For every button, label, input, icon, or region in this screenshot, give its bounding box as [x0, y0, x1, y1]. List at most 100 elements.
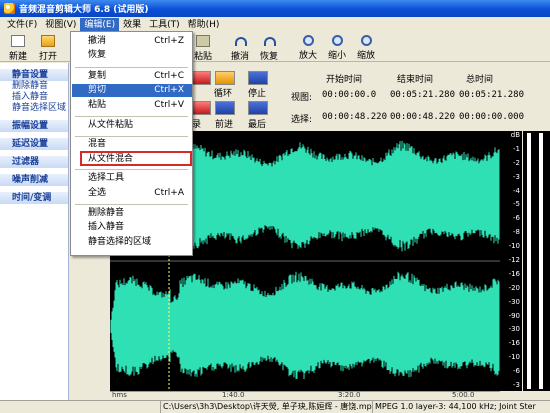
waveform-right-channel[interactable]	[110, 271, 500, 379]
db-scale-label: -8	[513, 228, 520, 237]
db-scale-label: -10	[508, 353, 520, 362]
menu-help[interactable]: 帮助(H)	[184, 18, 224, 32]
menu-item-mix[interactable]: 混音	[72, 138, 192, 151]
db-scale-label: -12	[508, 256, 520, 264]
zoom-in-button[interactable]: 放大	[293, 34, 323, 61]
view-label: 视图:	[291, 93, 313, 103]
zoom-out-button[interactable]: 缩小	[322, 34, 352, 61]
db-scale-label: -10	[508, 242, 520, 251]
db-scale-label: -3	[513, 172, 520, 181]
sidebar-item-silence-region[interactable]: 静音选择区域	[0, 103, 68, 114]
time-ruler: hms 1:40.0 3:20.0 5:00.0	[110, 391, 500, 400]
db-scale-label: -6	[513, 214, 520, 223]
db-scale-label: -4	[513, 186, 520, 195]
record-control-2[interactable]	[191, 101, 211, 115]
menu-item-delete-silence[interactable]: 删除静音	[72, 207, 192, 220]
sidebar-section-silence[interactable]: 静音设置	[0, 69, 68, 81]
stop-label: 停止	[248, 89, 267, 99]
app-icon	[4, 3, 15, 14]
menu-separator	[75, 204, 188, 205]
sidebar-section-delay[interactable]: 延迟设置	[0, 138, 68, 150]
ruler-tick-3: 5:00.0	[452, 391, 475, 399]
sidebar-section-noise-reduction[interactable]: 噪声削减	[0, 174, 68, 186]
end-time-header: 结束时间	[397, 75, 434, 85]
undo-button[interactable]: 撤消	[225, 34, 255, 62]
loop-control[interactable]	[215, 71, 235, 85]
selection-end-time: 00:00:48.220	[390, 112, 456, 122]
menu-item-undo[interactable]: 撤消 Ctrl+Z	[72, 35, 192, 48]
db-scale-label: -20	[508, 283, 520, 292]
sidebar-item-insert-silence[interactable]: 插入静音	[0, 92, 68, 103]
open-button[interactable]: 打开	[33, 34, 63, 62]
view-start-time: 00:00:00.0	[322, 90, 377, 100]
db-scale-label: -16	[508, 269, 520, 278]
db-scale-label: -3	[513, 381, 520, 389]
db-scale-label: -1	[513, 144, 520, 153]
view-end-time: 00:05:21.280	[390, 90, 456, 100]
sidebar-section-filter[interactable]: 过滤器	[0, 156, 68, 168]
clipboard-icon	[196, 35, 210, 47]
effects-sidebar: 静音设置 删除静音 插入静音 静音选择区域 振幅设置 延迟设置 过滤器 噪声削减…	[0, 63, 69, 400]
redo-button[interactable]: 恢复	[254, 34, 284, 62]
level-meter	[523, 131, 550, 391]
selection-start-time: 00:00:48.220	[322, 112, 388, 122]
redo-icon	[262, 35, 276, 47]
menu-file[interactable]: 文件(F)	[3, 18, 41, 32]
menu-separator	[75, 169, 188, 170]
highlight-outline	[80, 151, 192, 166]
zoom-fit-icon	[360, 35, 372, 46]
menu-item-silence-selection[interactable]: 静音选择的区域	[72, 236, 192, 249]
db-scale-label: -30	[508, 297, 520, 306]
start-time-header: 开始时间	[326, 75, 363, 85]
status-bar: C:\Users\3h3\Desktop\许天熒, 单子玦,陈姮辉 - 唐饶.m…	[0, 400, 550, 413]
total-time-header: 总时间	[466, 75, 494, 85]
db-scale-label: -30	[508, 325, 520, 334]
db-scale-label: dB	[510, 131, 520, 139]
record-control[interactable]	[191, 71, 211, 85]
db-scale-label: -90	[508, 311, 520, 320]
selection-total-time: 00:00:00.000	[459, 112, 525, 122]
db-scale-label: -2	[513, 158, 520, 167]
level-meter-right	[539, 133, 543, 389]
selection-label: 选择:	[291, 115, 313, 125]
record-label: 录	[192, 120, 202, 130]
forward-label: 前进	[215, 120, 234, 130]
title-bar: 音频混音剪辑大师 6.8 (试用版)	[0, 0, 550, 17]
sidebar-section-amplitude[interactable]: 振幅设置	[0, 120, 68, 132]
menu-item-paste-from-file[interactable]: 从文件粘贴	[72, 119, 192, 132]
menu-item-paste[interactable]: 粘贴 Ctrl+V	[72, 99, 192, 112]
menu-item-select-all[interactable]: 全选 Ctrl+A	[72, 187, 192, 200]
menu-effects[interactable]: 效果	[119, 18, 145, 32]
folder-icon	[41, 35, 55, 47]
undo-icon	[233, 35, 247, 47]
stop-control[interactable]	[248, 71, 268, 85]
menu-tools[interactable]: 工具(T)	[145, 18, 184, 32]
menu-item-copy[interactable]: 复制 Ctrl+C	[72, 70, 192, 83]
ruler-unit: hms	[112, 391, 127, 399]
menu-item-cut[interactable]: 剪切 Ctrl+X	[72, 84, 192, 97]
menu-separator	[75, 136, 188, 137]
end-label: 最后	[248, 120, 267, 130]
end-control[interactable]	[248, 101, 268, 115]
zoom-out-icon	[331, 35, 343, 46]
ruler-tick-1: 1:40.0	[222, 391, 245, 399]
new-file-icon	[11, 35, 25, 47]
menu-separator	[75, 116, 188, 117]
menu-item-insert-silence[interactable]: 插入静音	[72, 221, 192, 234]
zoom-fit-button[interactable]: 缩放	[351, 34, 381, 61]
level-meter-left	[527, 133, 531, 389]
menu-item-redo[interactable]: 恢复	[72, 49, 192, 62]
sidebar-item-delete-silence[interactable]: 删除静音	[0, 81, 68, 92]
menu-edit[interactable]: 编辑(E)	[80, 17, 120, 32]
db-scale-label: -6	[513, 367, 520, 376]
menu-item-select-tool[interactable]: 选择工具	[72, 172, 192, 185]
window-title: 音频混音剪辑大师 6.8 (试用版)	[19, 5, 149, 15]
view-total-time: 00:05:21.280	[459, 90, 525, 100]
status-file-path: C:\Users\3h3\Desktop\许天熒, 单子玦,陈姮辉 - 唐饶.m…	[160, 401, 372, 413]
sidebar-section-time-pitch[interactable]: 时间/变调	[0, 192, 68, 204]
menu-view[interactable]: 视图(V)	[41, 18, 80, 32]
loop-label: 循环	[214, 89, 233, 99]
forward-control[interactable]	[215, 101, 235, 115]
new-button[interactable]: 新建	[3, 34, 33, 62]
menu-separator	[75, 67, 188, 68]
